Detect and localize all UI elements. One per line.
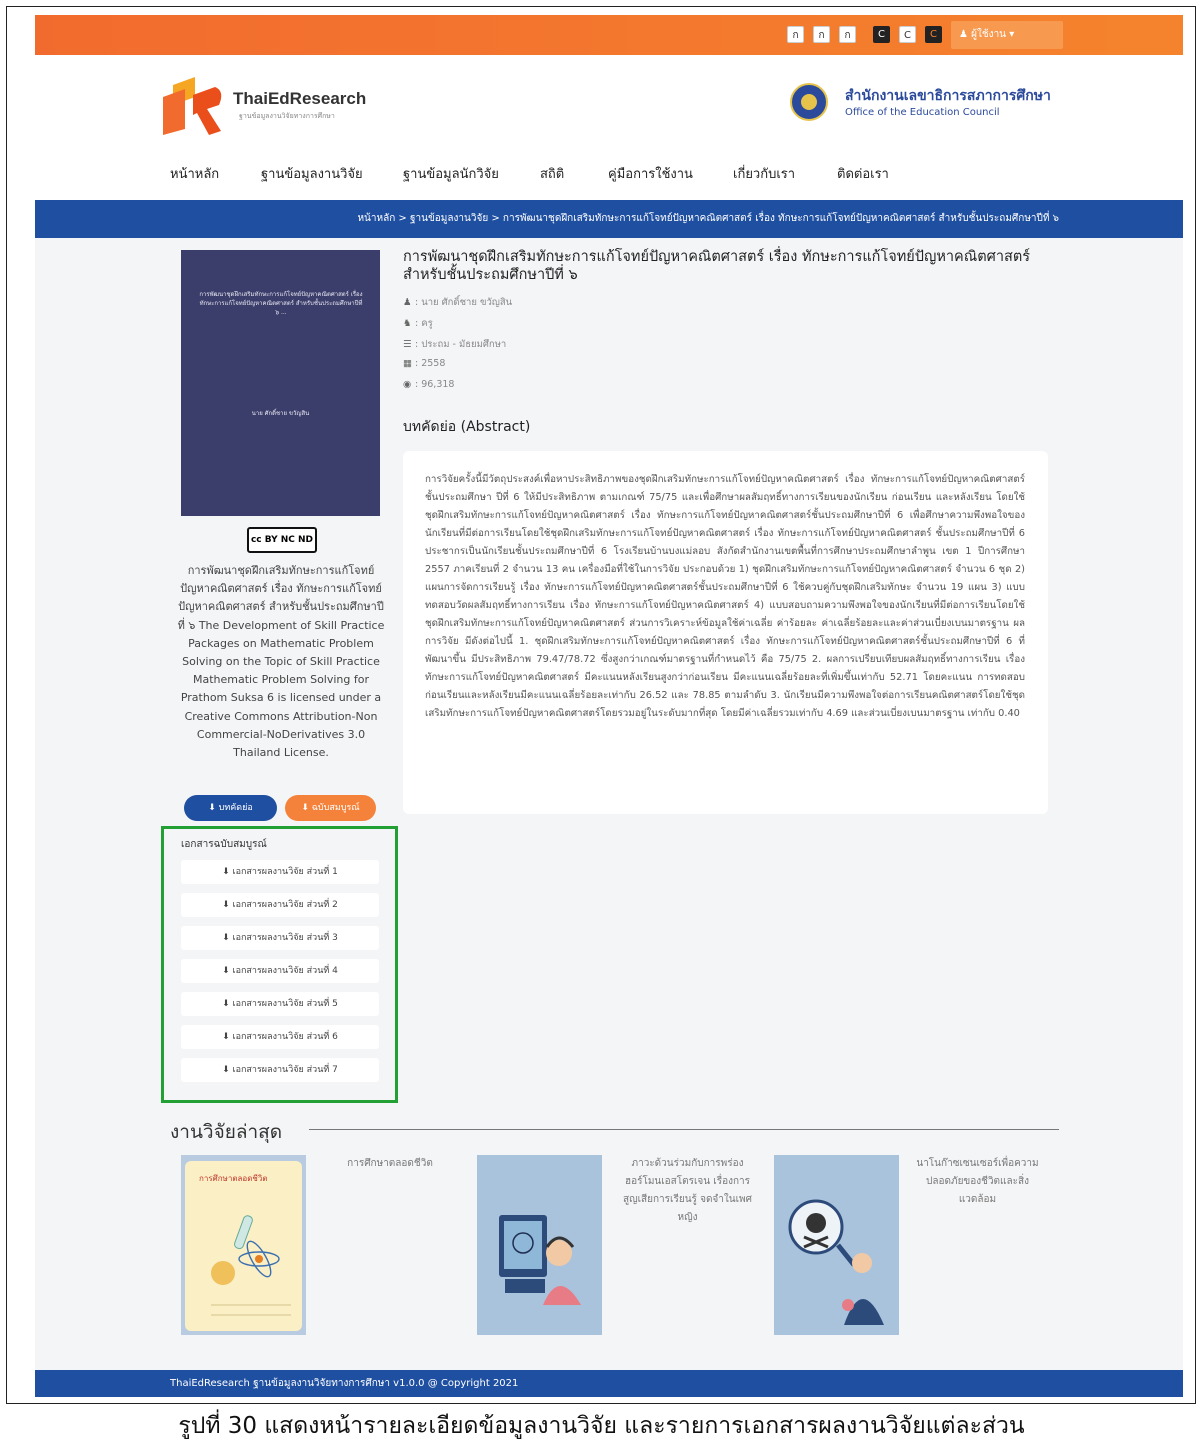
- user-menu-button[interactable]: ♟ ผู้ใช้งาน ▾: [951, 21, 1063, 49]
- download-abstract-button[interactable]: ⬇ บทคัดย่อ: [184, 795, 277, 821]
- thaiedresearch-logo-icon[interactable]: [163, 77, 225, 135]
- download-icon: ⬇: [208, 803, 216, 813]
- latest-research-title[interactable]: นาโนก๊าซเซนเซอร์เพื่อความปลอดภัยของชีวิต…: [915, 1155, 1040, 1209]
- list-icon: ☰: [403, 339, 412, 350]
- latest-research-heading: งานวิจัยล่าสุด: [170, 1121, 283, 1143]
- nav-research-db[interactable]: ฐานข้อมูลงานวิจัย: [261, 163, 363, 184]
- download-fulltext-button[interactable]: ⬇ ฉบับสมบูรณ์: [285, 795, 376, 821]
- figure-caption: รูปที่ 30 แสดงหน้ารายละเอียดข้อมูลงานวิจ…: [178, 1413, 1025, 1439]
- user-icon: ♟: [403, 297, 412, 308]
- latest-research-thumbnail[interactable]: การศึกษาตลอดชีวิต: [181, 1155, 306, 1335]
- download-fulltext-label: ฉบับสมบูรณ์: [311, 803, 360, 813]
- cover-author: นาย ศักดิ์ชาย ขวัญสิน: [251, 410, 310, 417]
- divider: [309, 1129, 1059, 1130]
- cover-title: การพัฒนาชุดฝึกเสริมทักษะการแก้โจทย์ปัญหา…: [199, 291, 363, 316]
- latest-research-title[interactable]: ภาวะด้วนร่วมกับการพร่องฮอร์โมนเอสโตรเจน …: [620, 1155, 755, 1227]
- nav-contact[interactable]: ติดต่อเรา: [837, 163, 889, 184]
- org-name-english: Office of the Education Council: [845, 107, 1000, 118]
- logo-tagline: ฐานข้อมูลงานวิจัยทางการศึกษา: [239, 112, 335, 120]
- download-icon: ⬇: [222, 933, 233, 943]
- site-header: ThaiEdResearch ฐานข้อมูลงานวิจัยทางการศึ…: [35, 55, 1183, 200]
- download-icon: ⬇: [301, 803, 309, 813]
- nav-researcher-db[interactable]: ฐานข้อมูลนักวิจัย: [403, 163, 499, 184]
- license-text: การพัฒนาชุดฝึกเสริมทักษะการแก้โจทย์ปัญหา…: [177, 564, 385, 760]
- site-footer: ThaiEdResearch ฐานข้อมูลงานวิจัยทางการศึ…: [35, 1370, 1183, 1397]
- research-role: ♞: ครู: [403, 318, 433, 329]
- nav-manual[interactable]: คู่มือการใช้งาน: [608, 163, 693, 184]
- calendar-icon: ▦: [403, 358, 412, 369]
- latest-research-thumbnail[interactable]: [774, 1155, 899, 1335]
- download-icon: ⬇: [222, 999, 233, 1009]
- contrast-dark-button[interactable]: C: [873, 26, 890, 43]
- research-level: ☰: ประถม - มัธยมศึกษา: [403, 339, 507, 350]
- nav-statistics[interactable]: สถิติ: [540, 163, 564, 184]
- org-name-thai: สำนักงานเลขาธิการสภาการศึกษา: [845, 88, 1051, 104]
- download-icon: ⬇: [222, 966, 233, 976]
- user-icon: ♟: [959, 29, 968, 40]
- group-icon: ♞: [403, 318, 412, 329]
- nav-home[interactable]: หน้าหลัก: [170, 163, 219, 184]
- latest-research-title[interactable]: การศึกษาตลอดชีวิต: [335, 1155, 445, 1173]
- download-icon: ⬇: [222, 900, 233, 910]
- nav-about[interactable]: เกี่ยวกับเรา: [733, 163, 795, 184]
- font-size-medium-button[interactable]: ก: [813, 26, 830, 43]
- thumbnail-title: การศึกษาตลอดชีวิต: [199, 1174, 268, 1183]
- top-bar: ก ก ก C C C ♟ ผู้ใช้งาน ▾: [35, 15, 1183, 55]
- fulltext-doc-link[interactable]: ⬇ เอกสารผลงานวิจัย ส่วนที่ 1: [181, 860, 379, 884]
- abstract-heading: บทคัดย่อ (Abstract): [403, 419, 531, 435]
- chevron-down-icon: ▾: [1009, 29, 1015, 40]
- abstract-text: การวิจัยครั้งนี้มีวัตถุประสงค์เพื่อหาประ…: [425, 474, 1025, 719]
- fulltext-doc-link[interactable]: ⬇ เอกสารผลงานวิจัย ส่วนที่ 7: [181, 1058, 379, 1082]
- user-menu-label: ผู้ใช้งาน: [971, 29, 1007, 40]
- creative-commons-badge-icon[interactable]: cc BY NC ND: [247, 527, 317, 553]
- contrast-light-button[interactable]: C: [899, 26, 916, 43]
- download-abstract-label: บทคัดย่อ: [218, 803, 253, 813]
- eye-icon: ◉: [403, 379, 412, 390]
- fulltext-doc-link[interactable]: ⬇ เอกสารผลงานวิจัย ส่วนที่ 3: [181, 926, 379, 950]
- fulltext-doc-link[interactable]: ⬇ เอกสารผลงานวิจัย ส่วนที่ 2: [181, 893, 379, 917]
- latest-research-thumbnail[interactable]: [477, 1155, 602, 1335]
- research-title: การพัฒนาชุดฝึกเสริมทักษะการแก้โจทย์ปัญหา…: [403, 249, 1031, 283]
- download-icon: ⬇: [222, 867, 233, 877]
- font-size-large-button[interactable]: ก: [839, 26, 856, 43]
- research-year: ▦: 2558: [403, 358, 446, 369]
- fulltext-doc-link[interactable]: ⬇ เอกสารผลงานวิจัย ส่วนที่ 5: [181, 992, 379, 1016]
- web-page: ก ก ก C C C ♟ ผู้ใช้งาน ▾ ThaiEdResearch…: [35, 15, 1183, 1397]
- font-size-small-button[interactable]: ก: [787, 26, 804, 43]
- research-cover-image: การพัฒนาชุดฝึกเสริมทักษะการแก้โจทย์ปัญหา…: [181, 250, 380, 516]
- onec-seal-icon: [790, 83, 828, 121]
- logo-wordmark[interactable]: ThaiEdResearch: [233, 89, 366, 109]
- research-views: ◉: 96,318: [403, 379, 455, 390]
- fulltext-doc-link[interactable]: ⬇ เอกสารผลงานวิจัย ส่วนที่ 4: [181, 959, 379, 983]
- breadcrumb[interactable]: หน้าหลัก > ฐานข้อมูลงานวิจัย > การพัฒนาช…: [35, 200, 1183, 238]
- screenshot-frame: ก ก ก C C C ♟ ผู้ใช้งาน ▾ ThaiEdResearch…: [6, 6, 1196, 1404]
- research-author: ♟: นาย ศักดิ์ชาย ขวัญสิน: [403, 297, 513, 308]
- download-icon: ⬇: [222, 1032, 233, 1042]
- download-icon: ⬇: [222, 1065, 233, 1075]
- fulltext-doc-link[interactable]: ⬇ เอกสารผลงานวิจัย ส่วนที่ 6: [181, 1025, 379, 1049]
- fulltext-docs-heading: เอกสารฉบับสมบูรณ์: [181, 839, 267, 850]
- contrast-yellow-button[interactable]: C: [925, 26, 942, 43]
